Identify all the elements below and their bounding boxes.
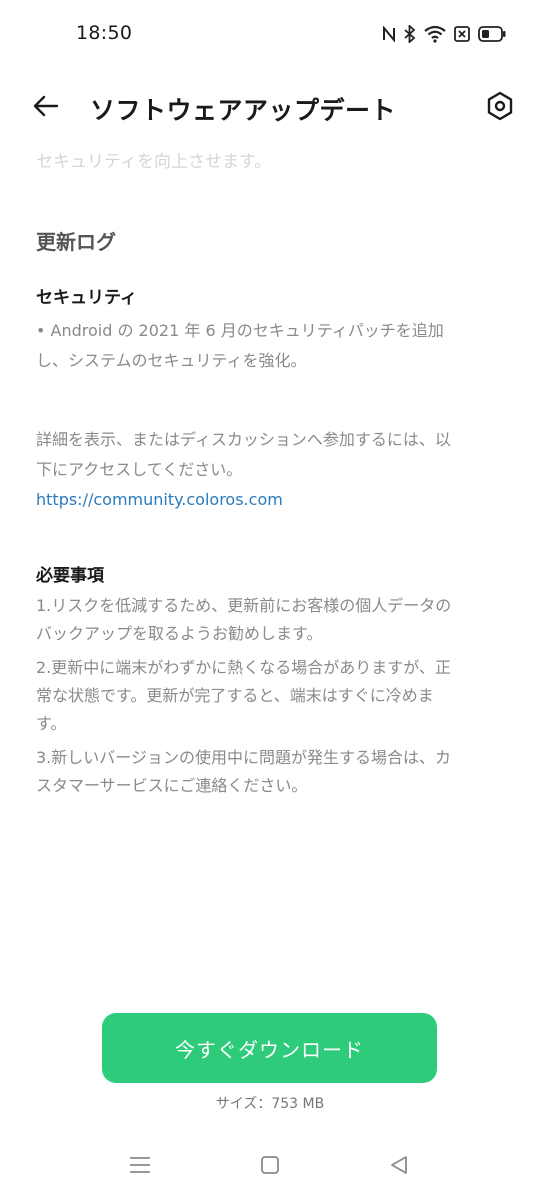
navigation-bar [0, 1140, 540, 1200]
text-line: スタマーサービスにご連絡ください。 [36, 776, 308, 795]
status-time: 18:50 [76, 22, 133, 44]
page-title: ソフトウェアアップデート [90, 96, 397, 125]
community-link[interactable]: https://community.coloros.com [36, 485, 508, 515]
text-line: 1.リスクを低減するため、更新前にお客様の個人データの [36, 596, 452, 615]
status-bar: 18:50 [0, 0, 540, 70]
faded-description: セキュリティを向上させます。 [36, 152, 272, 172]
battery-icon [478, 26, 506, 42]
changelog-heading: 更新ログ [36, 230, 116, 254]
home-icon [260, 1155, 280, 1179]
download-now-button[interactable]: 今すぐダウンロード [102, 1013, 437, 1083]
settings-button[interactable] [480, 88, 520, 128]
text-line: • Android の 2021 年 6 月のセキュリティパッチを追加 [36, 321, 444, 340]
nav-back-button[interactable] [379, 1152, 419, 1182]
security-description: • Android の 2021 年 6 月のセキュリティパッチを追加 し、シス… [36, 316, 508, 376]
app-bar: ソフトウェアアップデート [0, 78, 540, 138]
wifi-icon [424, 25, 446, 43]
nav-home-button[interactable] [250, 1152, 290, 1182]
requirement-item: 2.更新中に端末がわずかに熱くなる場合がありますが、正 常な状態です。更新が完了… [36, 654, 508, 738]
text-line: す。 [36, 714, 67, 733]
text-line: バックアップを取るようお勧めします。 [36, 624, 323, 643]
requirement-item: 3.新しいバージョンの使用中に問題が発生する場合は、カ スタマーサービスにご連絡… [36, 744, 508, 800]
text-line: 3.新しいバージョンの使用中に問題が発生する場合は、カ [36, 748, 451, 767]
no-sim-icon [454, 26, 470, 42]
arrow-left-icon [33, 95, 59, 121]
menu-icon [129, 1156, 151, 1178]
back-triangle-icon [389, 1155, 409, 1179]
text-line: 常な状態です。更新が完了すると、端末はすぐに冷めま [36, 686, 434, 705]
download-size-label: サイズ：753 MB [215, 1096, 325, 1112]
text-line: 下にアクセスしてください。 [36, 460, 243, 479]
nav-menu-button[interactable] [120, 1152, 160, 1182]
nfc-icon [382, 26, 396, 42]
bluetooth-icon [404, 25, 416, 43]
text-line: 2.更新中に端末がわずかに熱くなる場合がありますが、正 [36, 658, 451, 677]
content-area: セキュリティを向上させます。 更新ログ セキュリティ • Android の 2… [36, 148, 508, 800]
requirement-item: 1.リスクを低減するため、更新前にお客様の個人データの バックアップを取るようお… [36, 592, 508, 648]
text-line: し、システムのセキュリティを強化。 [36, 351, 307, 370]
requirements-heading: 必要事項 [36, 566, 104, 586]
security-heading: セキュリティ [36, 288, 137, 308]
status-icons [382, 22, 506, 46]
back-button[interactable] [26, 88, 66, 128]
hexagon-gear-icon [486, 91, 514, 125]
details-text: 詳細を表示、またはディスカッションへ参加するには、以 下にアクセスしてください。 [36, 425, 508, 485]
text-line: 詳細を表示、またはディスカッションへ参加するには、以 [36, 430, 451, 449]
